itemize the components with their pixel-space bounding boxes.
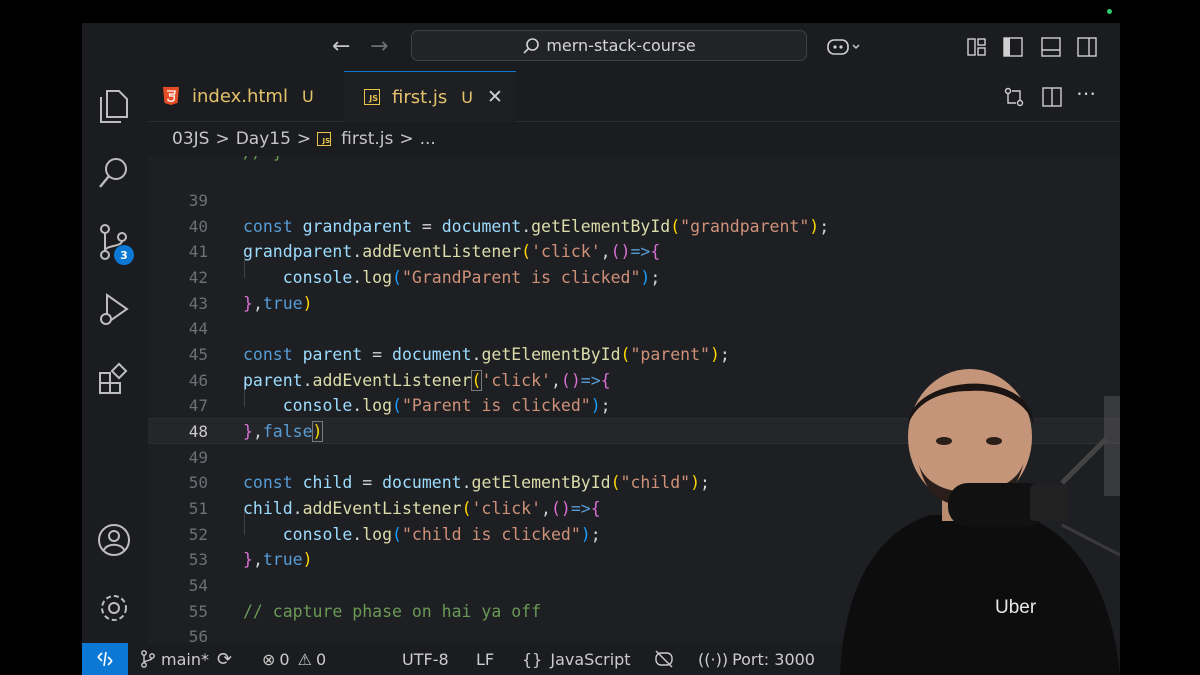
line-number: 52	[188, 525, 208, 544]
editor-tabs: index.html U JS first.js U ✕ ⋯	[148, 71, 1120, 122]
port-label: Port: 3000	[732, 649, 815, 669]
extensions-icon[interactable]	[97, 361, 131, 399]
line-number: 39	[188, 191, 208, 210]
code-line-43: },true)	[243, 294, 313, 313]
code-line-55-comment: // capture phase on hai ya off	[243, 602, 542, 621]
tab-untracked-status: U	[301, 86, 314, 106]
code-line-53: },true)	[243, 550, 313, 569]
line-number: 41	[188, 242, 208, 261]
warning-icon: ⚠	[297, 649, 312, 669]
line-number: 49	[188, 448, 208, 467]
sync-icon[interactable]: ⟳	[217, 649, 232, 670]
code-line-42: console.log("GrandParent is clicked");	[282, 268, 661, 287]
copilot-icon[interactable]	[826, 37, 862, 57]
line-number: 40	[188, 217, 208, 236]
line-number: 56	[188, 627, 208, 643]
explorer-icon[interactable]	[97, 87, 131, 125]
line-number: 44	[188, 319, 208, 338]
toggle-primary-sidebar-icon[interactable]	[1003, 37, 1023, 57]
line-number-current: 48	[188, 422, 208, 441]
code-line-45: const parent = document.getElementById("…	[243, 345, 730, 364]
shirt-logo-text: Uber	[995, 597, 1037, 618]
error-count: 0	[279, 649, 290, 669]
code-line-46: parent.addEventListener('click',()=>{	[243, 370, 611, 391]
code-line-41: grandparent.addEventListener('click',()=…	[243, 242, 661, 261]
live-server-port[interactable]: ((·)) Port: 3000	[698, 643, 815, 675]
problems-indicator[interactable]: ⊗ 0 ⚠ 0	[262, 643, 326, 675]
tab-label: first.js	[392, 86, 448, 108]
recording-dot	[1107, 9, 1112, 14]
git-branch[interactable]: main* ⟳	[140, 643, 232, 675]
js-icon: JS	[317, 132, 332, 146]
split-editor-icon[interactable]	[1042, 87, 1062, 107]
warning-count: 0	[315, 649, 327, 669]
copilot-status[interactable]	[654, 643, 679, 675]
code-line-51: child.addEventListener('click',()=>{	[243, 499, 601, 518]
line-number: 55	[188, 602, 208, 621]
source-control-badge: 3	[114, 245, 134, 265]
activity-bar: 3	[82, 71, 148, 643]
language-indicator[interactable]: {} JavaScript	[522, 643, 631, 675]
code-line-50: const child = document.getElementById("c…	[243, 473, 710, 492]
breadcrumb-symbol[interactable]: ...	[420, 129, 436, 149]
line-number: 51	[188, 499, 208, 518]
js-icon: JS	[364, 89, 380, 105]
close-icon[interactable]: ✕	[487, 86, 503, 108]
remote-indicator[interactable]	[82, 643, 128, 675]
command-center-text: mern-stack-course	[546, 36, 696, 55]
tab-first-js[interactable]: JS first.js U ✕	[344, 71, 516, 122]
search-icon	[523, 37, 540, 54]
line-number: 50	[188, 473, 208, 492]
eol-indicator[interactable]: LF	[476, 643, 494, 675]
language-name: JavaScript	[550, 649, 631, 669]
more-actions-icon[interactable]: ⋯	[1076, 81, 1096, 105]
breadcrumb-separator: >	[215, 129, 230, 149]
tab-index-html[interactable]: index.html U	[162, 71, 342, 121]
broadcast-icon: ((·))	[698, 649, 729, 669]
code-line-52: console.log("child is clicked");	[282, 525, 601, 544]
search-icon[interactable]	[97, 155, 131, 193]
presenter-webcam-overlay: Uber	[840, 369, 1120, 675]
line-number: 43	[188, 294, 208, 313]
line-number: 45	[188, 345, 208, 364]
line-number: 42	[188, 268, 208, 287]
line-number: 53	[188, 550, 208, 569]
toggle-panel-icon[interactable]	[1041, 37, 1061, 57]
toggle-secondary-sidebar-icon[interactable]	[1077, 37, 1097, 57]
customize-layout-icon[interactable]	[967, 37, 987, 57]
copilot-icon	[655, 650, 673, 668]
forward-arrow-icon[interactable]: →	[370, 35, 388, 59]
title-bar: ← → mern-stack-course	[82, 23, 1120, 71]
line-number: 46	[188, 371, 208, 390]
open-changes-icon[interactable]	[1004, 87, 1024, 107]
tab-label: index.html	[192, 85, 288, 107]
error-icon: ⊗	[262, 649, 276, 669]
breadcrumb-file[interactable]: first.js	[341, 129, 393, 149]
run-debug-icon[interactable]	[97, 291, 131, 329]
back-arrow-icon[interactable]: ←	[332, 35, 350, 59]
code-line-48: },false)	[243, 421, 324, 442]
breadcrumb-separator: >	[399, 129, 414, 149]
branch-name: main*	[161, 649, 209, 669]
command-center-search[interactable]: mern-stack-course	[411, 30, 807, 61]
code-line-47: console.log("Parent is clicked");	[282, 396, 611, 415]
breadcrumb-separator: >	[296, 129, 312, 149]
code-line-partial: // }	[243, 156, 283, 166]
remote-icon	[97, 651, 113, 667]
breadcrumb-folder[interactable]: Day15	[236, 129, 291, 149]
breadcrumb-folder[interactable]: 03JS	[172, 129, 209, 149]
line-number: 47	[188, 396, 208, 415]
code-line-40: const grandparent = document.getElementB…	[243, 217, 830, 236]
settings-gear-icon[interactable]	[97, 589, 131, 627]
tab-untracked-status: U	[461, 87, 473, 107]
line-number: 54	[188, 576, 208, 595]
encoding-indicator[interactable]: UTF-8	[402, 643, 449, 675]
breadcrumb: 03JS > Day15 > JS first.js > ...	[148, 122, 1120, 156]
html5-icon	[163, 87, 179, 105]
git-branch-icon	[141, 650, 155, 668]
braces-icon: {}	[522, 649, 543, 669]
account-icon[interactable]	[97, 521, 131, 559]
